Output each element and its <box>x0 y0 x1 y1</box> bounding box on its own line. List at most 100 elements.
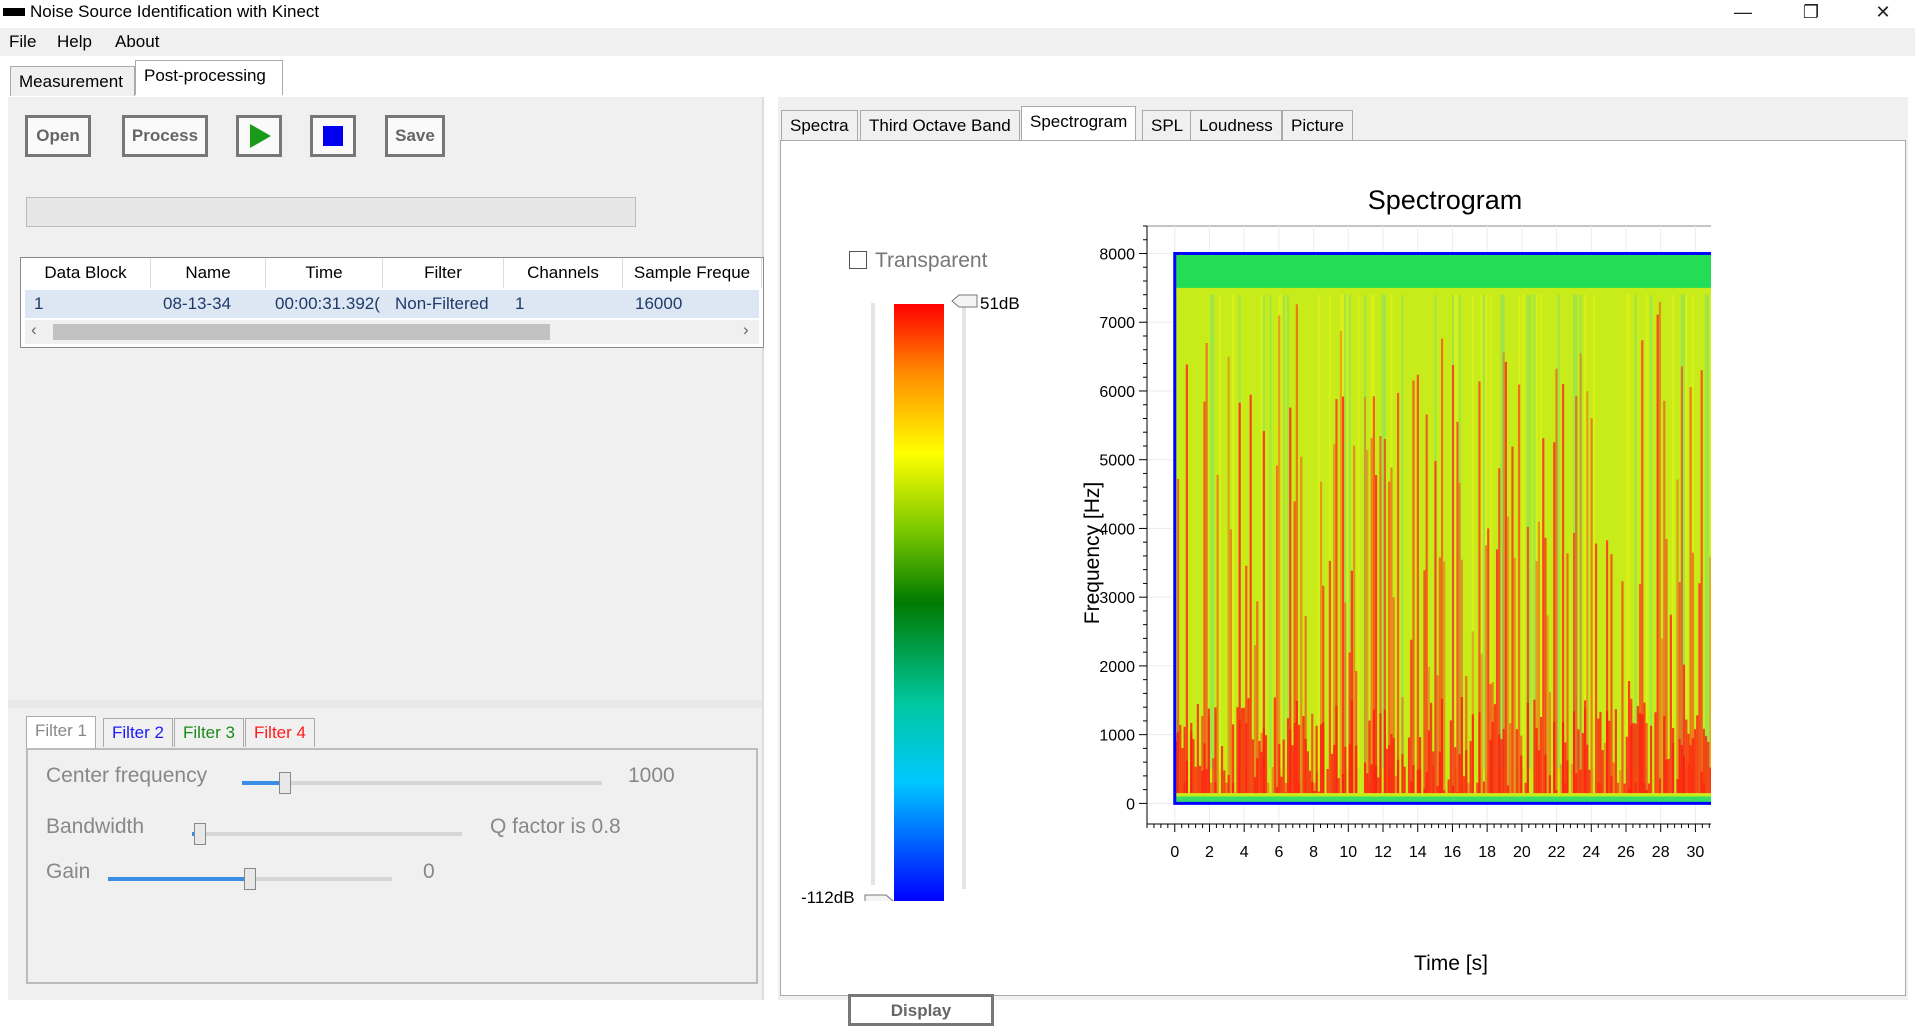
heatmap-column <box>1443 790 1445 793</box>
display-button[interactable]: Display <box>848 994 994 1026</box>
save-button[interactable]: Save <box>385 115 445 157</box>
heatmap-column <box>1520 756 1522 794</box>
heatmap-column <box>1390 734 1392 793</box>
colorbar-max-handle[interactable] <box>952 295 977 307</box>
heatmap-column <box>1654 712 1656 793</box>
tab-third-octave-band[interactable]: Third Octave Band <box>860 110 1020 141</box>
heatmap-column <box>1577 729 1579 793</box>
tab-filter-3[interactable]: Filter 3 <box>174 718 244 747</box>
heatmap-column <box>1657 314 1659 793</box>
center-frequency-slider[interactable] <box>242 781 602 785</box>
col-header-name[interactable]: Name <box>151 258 266 288</box>
tab-spectrogram[interactable]: Spectrogram <box>1021 106 1136 142</box>
heatmap-column <box>1375 766 1377 793</box>
process-button[interactable]: Process <box>122 115 208 157</box>
heatmap-column <box>1492 722 1494 793</box>
tab-spectra[interactable]: Spectra <box>781 110 858 141</box>
heatmap-column <box>1190 723 1192 793</box>
tab-filter-1[interactable]: Filter 1 <box>26 716 96 748</box>
heatmap-column <box>1311 782 1313 793</box>
heatmap-column <box>1254 777 1256 793</box>
tab-filter-2[interactable]: Filter 2 <box>103 718 173 747</box>
heatmap-column <box>1542 438 1544 793</box>
heatmap-column <box>1624 784 1626 793</box>
heatmap-column <box>1434 461 1436 793</box>
tab-measurement[interactable]: Measurement <box>10 66 135 96</box>
scrollbar-thumb[interactable] <box>53 324 550 340</box>
heatmap-column <box>1276 466 1278 794</box>
col-header-data-block[interactable]: Data Block <box>21 258 151 288</box>
heatmap-column <box>1371 438 1373 793</box>
heatmap-column <box>1417 375 1419 793</box>
minimize-button[interactable]: — <box>1720 0 1766 26</box>
heatmap-column <box>1221 746 1223 793</box>
colorbar-min-track <box>871 303 875 885</box>
heatmap-column <box>1177 732 1179 793</box>
menu-help[interactable]: Help <box>57 32 92 52</box>
heatmap-column <box>1223 770 1225 793</box>
bandwidth-slider[interactable] <box>192 832 462 836</box>
tab-post-processing[interactable]: Post-processing <box>135 60 283 95</box>
col-header-sample-frequency[interactable]: Sample Freque <box>623 258 762 288</box>
col-header-filter[interactable]: Filter <box>383 258 504 288</box>
colorbar-min-handle[interactable] <box>865 895 893 901</box>
col-header-channels[interactable]: Channels <box>504 258 623 288</box>
heatmap-column <box>1705 736 1707 793</box>
scroll-left-icon[interactable]: ‹ <box>31 320 37 340</box>
heatmap-column <box>1261 295 1263 769</box>
stop-button[interactable] <box>310 115 356 157</box>
heatmap-column <box>1228 775 1230 793</box>
heatmap-column <box>1555 369 1557 793</box>
heatmap-column <box>1626 295 1628 769</box>
heatmap-column <box>1395 776 1397 793</box>
gain-slider-fill <box>108 877 250 881</box>
heatmap-column <box>1707 295 1709 769</box>
menu-about[interactable]: About <box>115 32 159 52</box>
heatmap-column <box>1232 724 1234 793</box>
tab-filter-4[interactable]: Filter 4 <box>245 718 315 747</box>
heatmap-column <box>1261 752 1263 793</box>
horizontal-scrollbar[interactable]: ‹ › <box>25 320 759 344</box>
y-axis-title: Frequency [Hz] <box>1081 482 1104 624</box>
tab-picture[interactable]: Picture <box>1282 110 1353 141</box>
heatmap-column <box>1672 295 1674 769</box>
stop-icon <box>313 118 353 154</box>
play-button[interactable] <box>236 115 282 157</box>
y-tick-label: 8000 <box>1099 246 1135 263</box>
open-button[interactable]: Open <box>25 115 91 157</box>
col-header-time[interactable]: Time <box>266 258 383 288</box>
heatmap-column <box>1635 724 1637 793</box>
heatmap-column <box>1428 730 1430 793</box>
heatmap-column <box>1214 707 1216 793</box>
heatmap-column <box>1232 295 1234 769</box>
data-grid[interactable]: Data Block Name Time Filter Channels Sam… <box>20 257 764 348</box>
heatmap-column <box>1426 772 1428 793</box>
center-frequency-slider-thumb[interactable] <box>279 772 291 794</box>
heatmap-column <box>1617 783 1619 793</box>
heatmap-column <box>1186 364 1188 793</box>
filter-panel: Filter 1 Filter 2 Filter 3 Filter 4 Cent… <box>10 708 762 998</box>
cell-time: 00:00:31.392( <box>275 291 380 317</box>
heatmap-column <box>1573 711 1575 793</box>
tab-spl[interactable]: SPL <box>1142 110 1192 141</box>
heatmap-column <box>1602 750 1604 793</box>
heatmap-column <box>1575 773 1577 793</box>
heatmap-column <box>1483 782 1485 794</box>
heatmap-column <box>1536 728 1538 793</box>
heatmap-column <box>1676 779 1678 793</box>
heatmap-column <box>1340 331 1342 793</box>
gain-slider-thumb[interactable] <box>244 868 256 890</box>
scroll-right-icon[interactable]: › <box>743 320 749 340</box>
heatmap-column <box>1423 570 1425 793</box>
heatmap-column <box>1245 723 1247 793</box>
restore-button[interactable]: ❐ <box>1788 0 1834 26</box>
x-tick-label: 24 <box>1582 844 1600 861</box>
menu-file[interactable]: File <box>9 32 36 52</box>
heatmap-column <box>1456 792 1458 793</box>
heatmap-column <box>1412 765 1414 793</box>
heatmap-column <box>1672 728 1674 793</box>
bandwidth-slider-thumb[interactable] <box>194 823 206 845</box>
tab-loudness[interactable]: Loudness <box>1190 110 1282 141</box>
heatmap-column <box>1494 704 1496 793</box>
close-button[interactable]: ✕ <box>1860 0 1906 26</box>
